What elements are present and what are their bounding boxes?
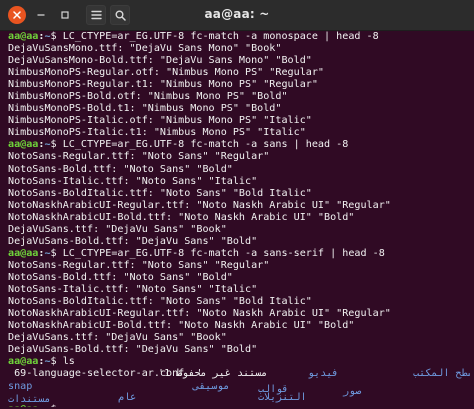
window-title: aa@aa: ~ — [204, 7, 270, 21]
command-text: LC_CTYPE=ar_EG.UTF-8 fc-match -a monospa… — [56, 31, 379, 42]
output-line: NotoSans-Italic.ttf: "Noto Sans" "Italic… — [8, 175, 258, 187]
output-line: NotoSans-Italic.ttf: "Noto Sans" "Italic… — [8, 283, 258, 295]
prompt-line: aa@aa:~$ LC_CTYPE=ar_EG.UTF-8 fc-match -… — [8, 139, 470, 151]
ls-row: snap موسيقى قوالب صور — [8, 380, 470, 397]
prompt-sign: $ — [51, 404, 57, 407]
prompt-user-host: aa@aa — [8, 31, 39, 42]
prompt-line: aa@aa:~$ ls — [8, 356, 470, 368]
prompt-line: aa@aa:~$ LC_CTYPE=ar_EG.UTF-8 fc-match -… — [8, 248, 470, 260]
output-line: NimbusMonoPS-Bold.t1: "Nimbus Mono PS" "… — [8, 103, 282, 115]
output-line: NimbusMonoPS-Bold.otf: "Nimbus Mono PS" … — [8, 91, 288, 103]
ls-row: 69-language-selector-ar.conf ' مستند غير … — [8, 368, 470, 380]
terminal-window: aa@aa: ~ aa@aa:~$ LC_CTYPE=ar_EG.UTF-8 f… — [0, 0, 474, 409]
prompt-line: aa@aa:~$ — [8, 404, 470, 407]
terminal-output[interactable]: aa@aa:~$ LC_CTYPE=ar_EG.UTF-8 fc-match -… — [8, 31, 470, 407]
output-line: NotoSans-Regular.ttf: "Noto Sans" "Regul… — [8, 151, 270, 163]
output-line: DejaVuSans.ttf: "DejaVu Sans" "Book" — [8, 223, 227, 235]
command-text: LC_CTYPE=ar_EG.UTF-8 fc-match -a sans-se… — [56, 247, 385, 259]
output-line: NotoSans-Regular.ttf: "Noto Sans" "Regul… — [8, 259, 270, 271]
output-line: DejaVuSansMono-Bold.ttf: "DejaVu Sans Mo… — [8, 55, 312, 67]
output-line: NotoNaskhArabicUI-Regular.ttf: "Noto Nas… — [8, 308, 391, 320]
title-bar: aa@aa: ~ — [0, 0, 474, 31]
output-line: NotoSans-Bold.ttf: "Noto Sans" "Bold" — [8, 271, 233, 283]
output-line: DejaVuSans.ttf: "DejaVu Sans" "Book" — [8, 332, 227, 344]
ls-directory: عام — [118, 392, 137, 404]
output-line: DejaVuSans-Bold.ttf: "DejaVu Sans" "Bold… — [8, 235, 258, 247]
output-line: NotoSans-BoldItalic.ttf: "Noto Sans" "Bo… — [8, 187, 312, 199]
output-line: NotoSans-BoldItalic.ttf: "Noto Sans" "Bo… — [8, 296, 312, 308]
output-line: DejaVuSans-Bold.ttf: "DejaVu Sans" "Bold… — [8, 344, 258, 356]
output-line: NotoNaskhArabicUI-Bold.ttf: "Noto Naskh … — [8, 211, 355, 223]
ls-row: مستندات عام التنزيلات — [8, 392, 470, 406]
prompt-line: aa@aa:~$ LC_CTYPE=ar_EG.UTF-8 fc-match -… — [8, 31, 470, 43]
output-line: NotoSans-Bold.ttf: "Noto Sans" "Bold" — [8, 163, 233, 175]
output-line: NotoNaskhArabicUI-Regular.ttf: "Noto Nas… — [8, 199, 391, 211]
ls-directory: فيديو — [308, 368, 339, 380]
command-text: LC_CTYPE=ar_EG.UTF-8 fc-match -a sans | … — [56, 139, 349, 151]
output-line: NimbusMonoPS-Regular.otf: "Nimbus Mono P… — [8, 67, 325, 79]
ls-directory: سطح المكتب — [413, 368, 470, 380]
output-line: NimbusMonoPS-Italic.otf: "Nimbus Mono PS… — [8, 115, 312, 127]
output-line: NotoNaskhArabicUI-Bold.ttf: "Noto Naskh … — [8, 320, 355, 332]
ls-quoted-dir: مستند غير محفوظ 1' — [158, 368, 268, 380]
ls-directory: مستندات — [8, 394, 51, 406]
prompt-user-host: aa@aa — [8, 356, 39, 368]
prompt-user-host: aa@aa — [8, 247, 39, 259]
prompt-user-host: aa@aa — [8, 139, 39, 151]
command-text: ls — [56, 356, 75, 368]
output-line: NimbusMonoPS-Regular.t1: "Nimbus Mono PS… — [8, 79, 318, 91]
output-line: DejaVuSansMono.ttf: "DejaVu Sans Mono" "… — [8, 43, 282, 55]
ls-directory: التنزيلات — [258, 392, 307, 404]
output-line: NimbusMonoPS-Italic.t1: "Nimbus Mono PS"… — [8, 127, 306, 139]
